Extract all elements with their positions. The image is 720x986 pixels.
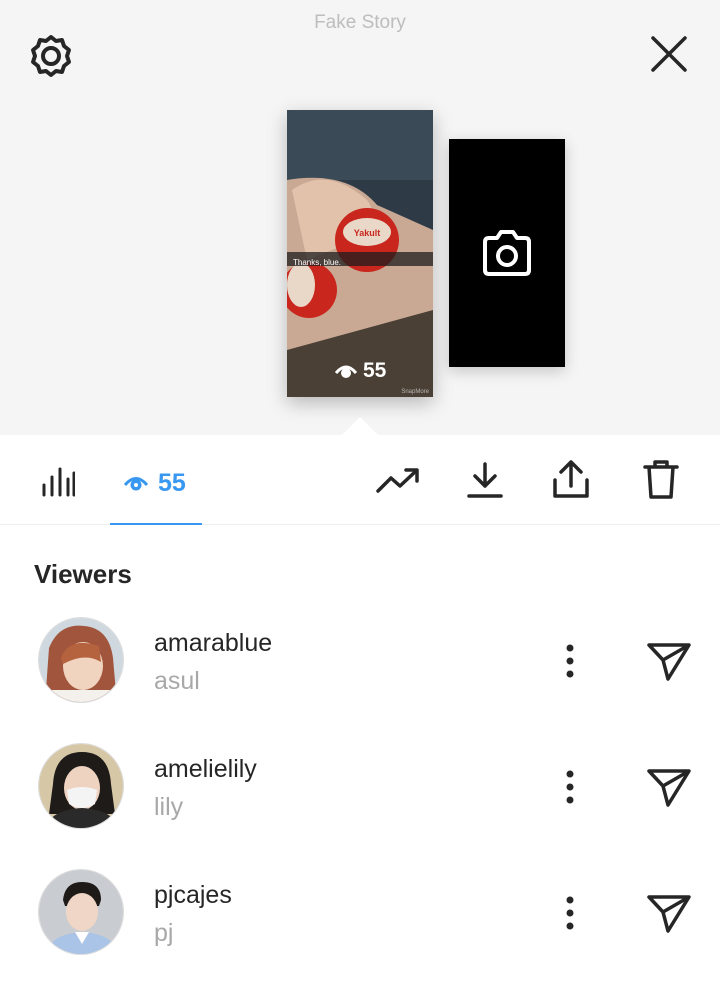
camera-icon (483, 230, 531, 276)
viewer-row[interactable]: pjcajes pj (0, 869, 720, 965)
add-story-button[interactable] (449, 139, 565, 367)
download-icon (467, 462, 503, 498)
active-tab-indicator (110, 523, 202, 525)
viewer-name: lily (154, 793, 184, 821)
download-button[interactable] (462, 457, 508, 503)
send-message-button[interactable] (644, 889, 694, 937)
more-options-button[interactable] (552, 767, 588, 807)
send-message-button[interactable] (644, 763, 694, 811)
viewers-heading: Viewers (34, 559, 132, 589)
more-vertical-icon (566, 896, 574, 930)
avatar[interactable] (38, 743, 124, 829)
viewer-name: asul (154, 667, 200, 695)
close-button[interactable] (646, 31, 692, 77)
eye-icon (335, 365, 357, 378)
send-icon (647, 895, 691, 933)
viewer-row[interactable]: amarablue asul (0, 617, 720, 713)
page-title: Fake Story (314, 12, 406, 33)
eye-icon (124, 477, 148, 491)
selected-story-pointer (341, 417, 379, 436)
avatar[interactable] (38, 869, 124, 955)
send-message-button[interactable] (644, 637, 694, 685)
story-view-count: 55 (335, 359, 386, 383)
tab-viewers[interactable]: 55 (110, 465, 186, 501)
gear-icon (31, 35, 71, 77)
more-options-button[interactable] (552, 641, 588, 681)
story-views-value: 55 (363, 359, 387, 382)
share-button[interactable] (548, 455, 594, 503)
story-toolbar: 55 (0, 435, 720, 525)
settings-button[interactable] (28, 33, 74, 79)
tab-insights[interactable] (36, 461, 80, 501)
story-watermark: SnapMore (401, 389, 429, 395)
viewer-username[interactable]: pjcajes (154, 881, 232, 910)
viewer-row[interactable]: amelielily lily (0, 743, 720, 839)
viewer-username[interactable]: amarablue (154, 629, 272, 658)
promote-button[interactable] (374, 457, 422, 503)
story-photo: Yakult (287, 110, 433, 397)
viewers-count: 55 (158, 468, 186, 497)
close-icon (651, 36, 687, 72)
trending-icon (376, 468, 419, 493)
viewer-name: pj (154, 919, 174, 947)
trash-icon (643, 460, 679, 499)
viewer-username[interactable]: amelielily (154, 755, 257, 784)
more-options-button[interactable] (552, 893, 588, 933)
bar-chart-icon (42, 467, 75, 497)
story-preview-area: Fake Story Yakult Thanks, blue. 55 SnapM… (0, 0, 720, 436)
send-icon (647, 769, 691, 807)
more-vertical-icon (566, 644, 574, 678)
avatar[interactable] (38, 617, 124, 703)
send-icon (647, 643, 691, 681)
story-thumbnail[interactable]: Yakult Thanks, blue. 55 SnapMore (287, 110, 433, 397)
delete-button[interactable] (638, 455, 684, 503)
more-vertical-icon (566, 770, 574, 804)
svg-text:Yakult: Yakult (354, 228, 381, 238)
share-icon (553, 460, 589, 498)
story-caption: Thanks, blue. (293, 258, 342, 267)
